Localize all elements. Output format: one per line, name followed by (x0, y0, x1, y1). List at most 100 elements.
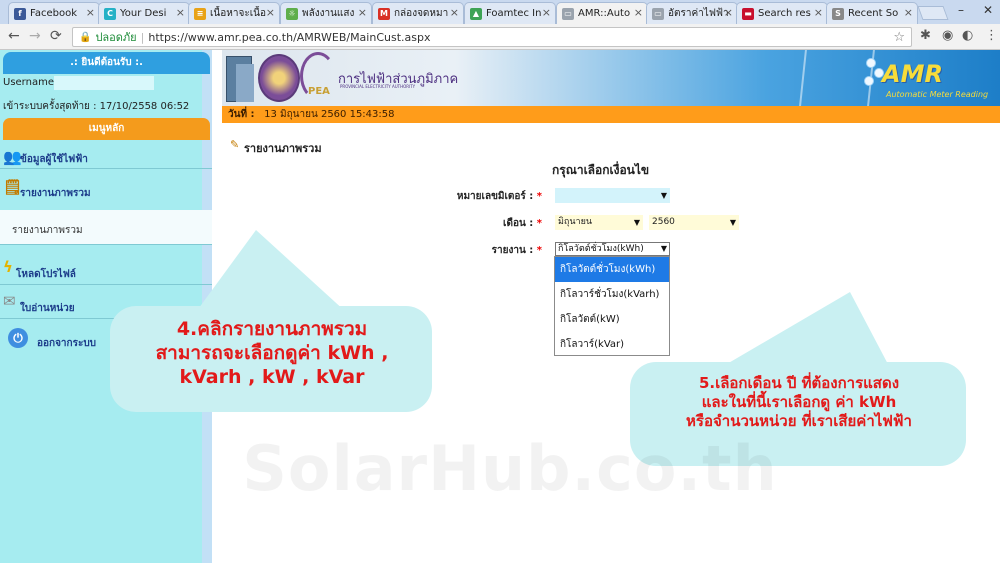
right-callout-line: หรือจำนวนหน่วย ที่เราเสียค่าไฟฟ้า (686, 411, 912, 430)
close-tab-icon[interactable]: × (176, 6, 185, 19)
year-select-value: 2560 (652, 217, 675, 227)
condition-title: กรุณาเลือกเงื่อนไข (552, 163, 650, 177)
report-type-select[interactable]: กิโลวัตต์ชั่วโมง(kWh) ▼ (555, 242, 670, 256)
extension-icon[interactable]: ◐ (962, 28, 973, 43)
dropdown-arrow-icon: ▼ (729, 218, 736, 227)
browser-tab[interactable]: S Recent So × (826, 2, 918, 24)
url-text: https://www.amr.pea.co.th/AMRWEB/MainCus… (148, 30, 431, 44)
lightning-icon: ϟ (3, 258, 13, 276)
dropdown-option-kw[interactable]: กิโลวัตต์(kW) (555, 307, 669, 332)
browser-tab-label: เนื้อหาจะเนื้อ (210, 8, 266, 19)
close-tab-icon[interactable]: × (814, 6, 823, 19)
close-tab-icon[interactable]: × (450, 6, 459, 19)
reload-icon[interactable]: ⟳ (50, 28, 62, 44)
site-icon: S (832, 7, 844, 20)
divider (0, 284, 212, 285)
username-label: Username : (3, 77, 61, 88)
browser-tab[interactable]: ▲ Foamtec In × (464, 2, 556, 24)
amr-subtitle: Automatic Meter Reading (886, 90, 989, 99)
date-bar: วันที่ : 13 มิถุนายน 2560 15:43:58 (222, 106, 1000, 123)
hex-icon (866, 58, 876, 68)
building-image (236, 64, 254, 102)
browser-tab[interactable]: C Your Desi × (98, 2, 190, 24)
right-callout-text: 5.เลือกเดือน ปี ที่ต้องการแสดง และในที่น… (634, 374, 964, 430)
month-select-value: มิถุนายน (558, 217, 593, 227)
pea-logo-text: PEA (308, 86, 330, 97)
date-label: วันที่ : (228, 109, 255, 120)
browser-tab[interactable]: f Facebook × (8, 2, 100, 24)
minimize-icon[interactable]: – (958, 3, 964, 17)
browser-tab[interactable]: M กล่องจดหมา × (372, 2, 464, 24)
facebook-icon: f (14, 7, 26, 20)
browser-tab[interactable]: ▭ อัตราค่าไฟฟ้า × (646, 2, 738, 24)
browser-tab-label: Foamtec In (486, 8, 542, 19)
close-tab-icon[interactable]: × (634, 6, 643, 19)
forward-arrow-icon[interactable]: → (29, 28, 41, 44)
required-mark: * (536, 245, 542, 256)
browser-tab[interactable]: ▬ Search res × (736, 2, 828, 24)
page-icon: ▭ (652, 7, 664, 20)
sidebar-item-label: รายงานภาพรวม (20, 188, 91, 199)
year-select[interactable]: 2560 ▼ (649, 215, 739, 230)
extension-puzzle-icon[interactable]: ✱ (920, 28, 931, 43)
welcome-header: .: ยินดีต้อนรับ :. (3, 52, 210, 74)
browser-tab-bar: f Facebook × C Your Desi × ≡ เนื้อหาจะเนื้อ × ☼ พล… (0, 0, 1000, 24)
gmail-icon: M (378, 7, 390, 20)
browser-tab-label: Search res (758, 8, 811, 19)
lock-icon: 🔒 (79, 31, 92, 43)
close-tab-icon[interactable]: × (86, 6, 95, 19)
extension-icon[interactable]: ◉ (942, 28, 953, 43)
browser-tab-label: อัตราค่าไฟฟ้า (668, 8, 728, 19)
month-label-text: เดือน : (503, 218, 534, 229)
left-callout-tail (196, 230, 346, 312)
url-input[interactable]: 🔒 ปลอดภัย | https://www.amr.pea.co.th/AM… (72, 27, 912, 47)
month-select[interactable]: มิถุนายน ▼ (555, 215, 643, 230)
left-callout-line: kVarh , kW , kVar (179, 365, 365, 388)
close-tab-icon[interactable]: × (904, 6, 913, 19)
left-callout-text: 4.คลิกรายงานภาพรวม สามารถจะเลือกดูค่า kW… (112, 318, 432, 389)
close-window-icon[interactable]: ✕ (983, 3, 993, 17)
report-type-value: กิโลวัตต์ชั่วโมง(kWh) (558, 244, 644, 254)
sidebar-item-overview-report[interactable]: 🗒 รายงานภาพรวม (0, 178, 212, 202)
sidebar-item-label: ออกจากระบบ (37, 338, 97, 349)
watermark: SolarHub.co.th (242, 432, 778, 505)
close-tab-icon[interactable]: × (724, 6, 733, 19)
left-callout-line: 4.คลิกรายงานภาพรวม (176, 318, 368, 340)
close-tab-icon[interactable]: × (542, 6, 551, 19)
last-login-label: เข้าระบบครั้งสุดท้าย : 17/10/2558 06:52 (3, 99, 189, 114)
sidebar-subitem-overview-report[interactable]: รายงานภาพรวม (0, 210, 212, 244)
dropdown-option-kvar[interactable]: กิโลวาร์(kVar) (555, 332, 669, 357)
browser-tab[interactable]: ☼ พลังงานแสง × (280, 2, 372, 24)
thai-flag-icon: ▬ (742, 7, 754, 20)
browser-tab[interactable]: ≡ เนื้อหาจะเนื้อ × (188, 2, 280, 24)
screenshot-root: f Facebook × C Your Desi × ≡ เนื้อหาจะเนื้อ × ☼ พล… (0, 0, 1000, 563)
menu-header: เมนูหลัก (3, 118, 210, 140)
meter-number-label-text: หมายเลขมิเตอร์ : (456, 191, 534, 202)
close-tab-icon[interactable]: × (266, 6, 275, 19)
report-type-dropdown-list: กิโลวัตต์ชั่วโมง(kWh) กิโลวาร์ชั่วโมง(kV… (554, 256, 670, 356)
site-icon: ≡ (194, 7, 206, 20)
report-type-label: รายงาน : * (382, 243, 542, 258)
pea-seal-logo (258, 54, 300, 102)
sidebar-item-label: ข้อมูลผู้ใช้ไฟฟ้า (20, 154, 88, 165)
menu-dots-icon[interactable]: ⋮ (985, 28, 998, 43)
sidebar-item-load-profile[interactable]: ϟ โหลดโปรไฟล์ (0, 258, 212, 282)
new-tab-button[interactable] (917, 6, 949, 20)
divider (0, 244, 212, 245)
close-tab-icon[interactable]: × (358, 6, 367, 19)
last-login-value: 17/10/2558 06:52 (99, 101, 190, 112)
required-mark: * (536, 191, 542, 202)
bookmark-star-icon[interactable]: ☆ (893, 30, 905, 45)
back-arrow-icon[interactable]: ← (8, 28, 20, 44)
username-value (54, 76, 154, 90)
dropdown-option-kwh[interactable]: กิโลวัตต์ชั่วโมง(kWh) (555, 257, 669, 282)
dropdown-option-kvarh[interactable]: กิโลวาร์ชั่วโมง(kVarh) (555, 282, 669, 307)
secure-label: ปลอดภัย (95, 31, 137, 44)
org-subtitle: PROVINCIAL ELECTRICITY AUTHORITY (340, 84, 416, 89)
browser-tab[interactable]: ▭ AMR::Auto × (556, 2, 648, 24)
meter-number-select[interactable]: ▼ (555, 188, 670, 203)
right-callout-line: 5.เลือกเดือน ปี ที่ต้องการแสดง (698, 374, 900, 392)
browser-tab-label: Recent So (848, 8, 899, 19)
right-callout-tail (720, 292, 890, 368)
address-bar-row: ← → ⟳ 🔒 ปลอดภัย | https://www.amr.pea.co… (0, 24, 1000, 50)
